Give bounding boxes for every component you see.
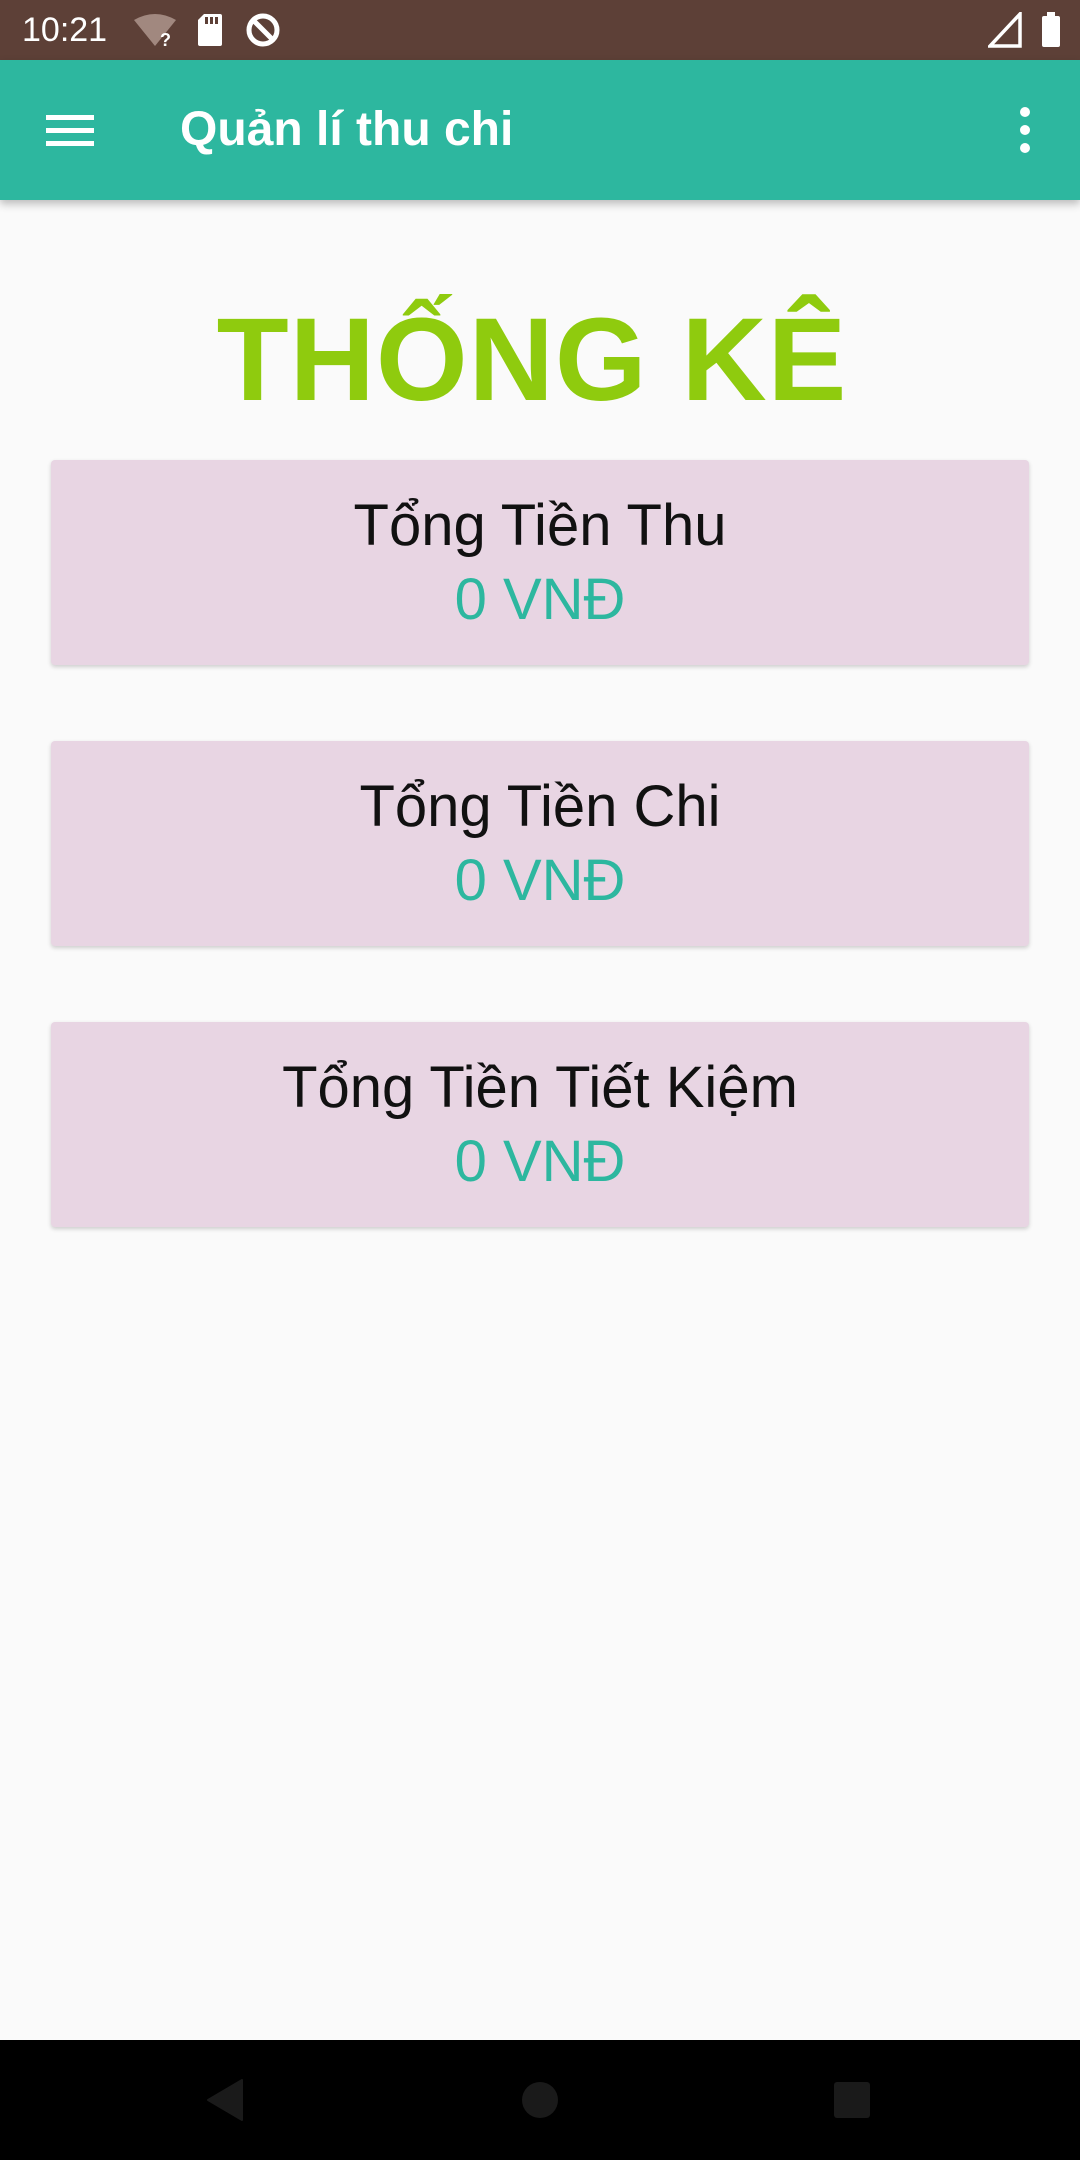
menu-button[interactable] bbox=[30, 100, 110, 160]
data-saver-icon bbox=[246, 13, 280, 47]
income-total-card: Tổng Tiền Thu 0 VNĐ bbox=[51, 460, 1029, 665]
system-nav-bar bbox=[0, 2040, 1080, 2160]
back-icon[interactable] bbox=[196, 2070, 256, 2130]
income-total-label: Tổng Tiền Thu bbox=[353, 493, 727, 558]
income-total-value: 0 VNĐ bbox=[454, 567, 626, 632]
app-title: Quản lí thu chi bbox=[180, 103, 514, 156]
wifi-question-icon: ? bbox=[134, 14, 176, 48]
status-time: 10:21 bbox=[22, 11, 108, 49]
app-bar: Quản lí thu chi bbox=[0, 60, 1080, 200]
page-title: THỐNG KÊ bbox=[216, 294, 848, 426]
savings-total-label: Tổng Tiền Tiết Kiệm bbox=[282, 1055, 798, 1120]
expense-total-card: Tổng Tiền Chi 0 VNĐ bbox=[51, 741, 1029, 946]
status-bar: 10:21 ? bbox=[0, 0, 1080, 60]
recents-icon[interactable] bbox=[822, 2070, 882, 2130]
sd-card-icon bbox=[198, 14, 222, 46]
svg-text:?: ? bbox=[160, 30, 171, 48]
more-options-button[interactable] bbox=[1000, 100, 1050, 160]
main-content: THỐNG KÊ Tổng Tiền Thu 0 VNĐ Tổng Tiền C… bbox=[0, 200, 1080, 2040]
savings-total-value: 0 VNĐ bbox=[454, 1129, 626, 1194]
expense-total-value: 0 VNĐ bbox=[454, 848, 626, 913]
home-icon[interactable] bbox=[510, 2070, 570, 2130]
menu-icon bbox=[46, 115, 94, 146]
savings-total-card: Tổng Tiền Tiết Kiệm 0 VNĐ bbox=[51, 1022, 1029, 1227]
expense-total-label: Tổng Tiền Chi bbox=[359, 774, 721, 839]
battery-icon bbox=[1042, 12, 1060, 47]
more-vert-icon bbox=[1020, 107, 1030, 153]
cell-signal-icon bbox=[988, 12, 1022, 48]
